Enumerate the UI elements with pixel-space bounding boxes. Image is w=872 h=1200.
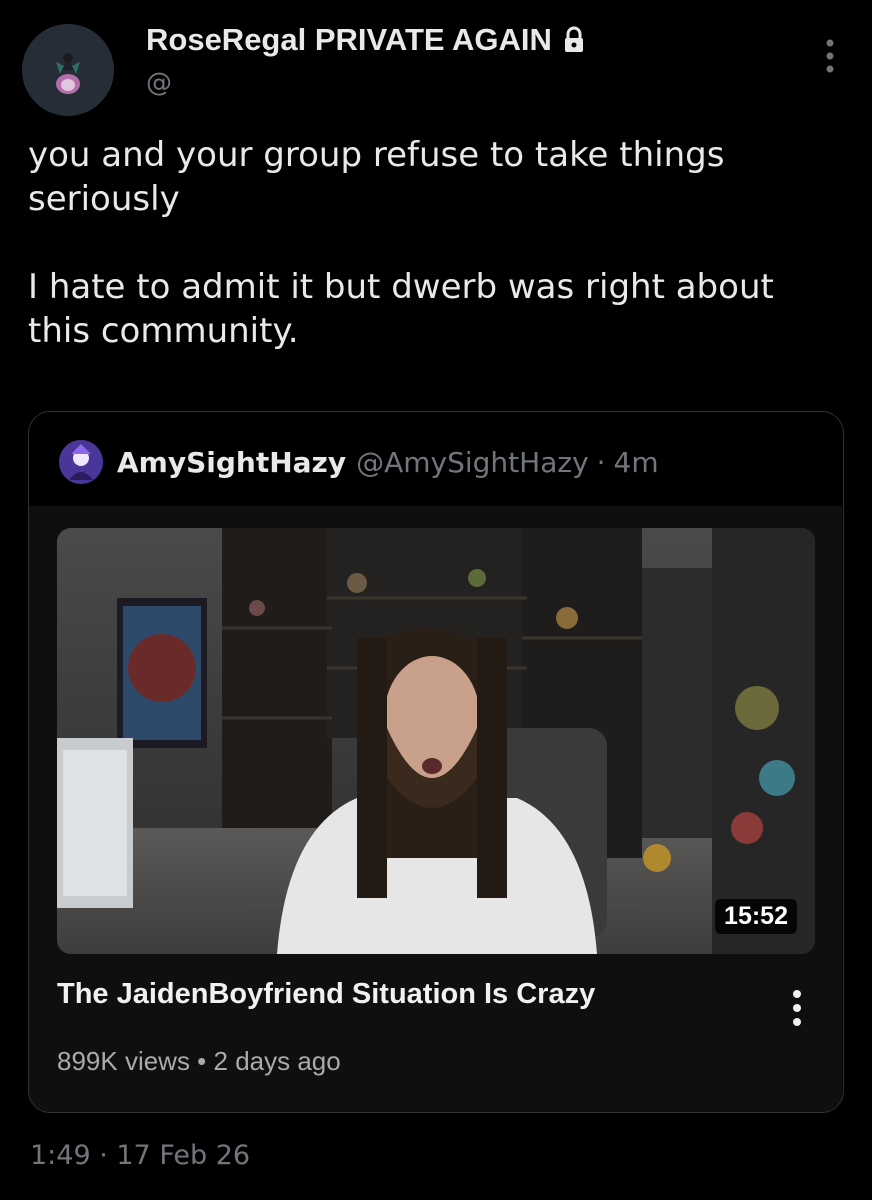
video-more-options-icon[interactable] <box>792 988 802 1028</box>
video-title[interactable]: The JaidenBoyfriend Situation Is Crazy <box>57 978 595 1011</box>
more-options-icon[interactable] <box>824 38 836 74</box>
video-meta: 899K views • 2 days ago <box>57 1046 341 1076</box>
quote-tweet-card[interactable]: AmySightHazy @AmySightHazy · 4m 15:52 Th… <box>28 411 844 1113</box>
thumbnail-image <box>57 528 815 954</box>
lock-icon <box>562 26 586 54</box>
tweet-timestamp[interactable]: 1:49 · 17 Feb 26 <box>30 1140 250 1171</box>
video-thumbnail[interactable]: 15:52 <box>57 528 815 954</box>
author-handle[interactable]: @ <box>146 68 172 98</box>
quote-author-handle[interactable]: @AmySightHazy <box>356 446 589 479</box>
quote-author-name[interactable]: AmySightHazy <box>117 446 346 479</box>
quote-time[interactable]: 4m <box>614 446 659 479</box>
youtube-video-card[interactable]: 15:52 The JaidenBoyfriend Situation Is C… <box>29 506 842 1112</box>
avatar-image <box>22 24 114 116</box>
author-display-name[interactable]: RoseRegal PRIVATE AGAIN <box>146 22 586 58</box>
tweet-text: you and your group refuse to take things… <box>28 135 774 351</box>
separator-dot: · <box>596 445 606 479</box>
author-name-text[interactable]: RoseRegal PRIVATE AGAIN <box>146 22 552 58</box>
quote-header: AmySightHazy @AmySightHazy · 4m <box>59 440 659 484</box>
author-avatar[interactable] <box>22 24 114 116</box>
video-duration: 15:52 <box>715 899 797 934</box>
quote-author-avatar[interactable] <box>59 440 103 484</box>
